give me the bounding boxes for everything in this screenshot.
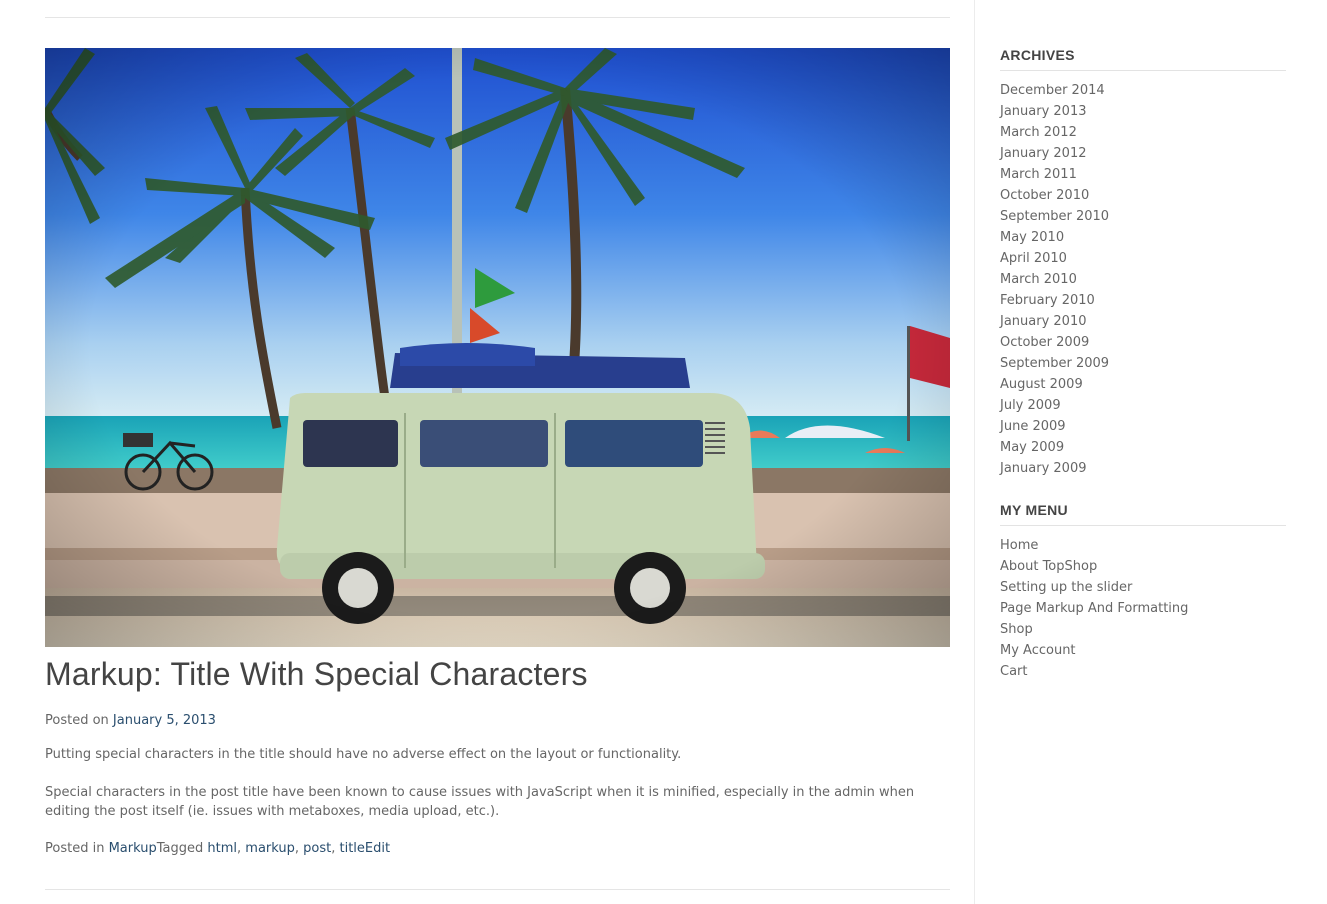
edit-link[interactable]: Edit <box>365 841 390 856</box>
featured-image[interactable] <box>45 48 950 647</box>
tagged-label: Tagged <box>156 841 208 856</box>
menu-link-my-account[interactable]: My Account <box>1000 643 1076 658</box>
posted-on-label: Posted on <box>45 713 113 728</box>
archive-link-jul-2009[interactable]: July 2009 <box>1000 398 1061 413</box>
bottom-divider <box>45 889 950 890</box>
archive-link-mar-2011[interactable]: March 2011 <box>1000 167 1077 182</box>
archive-link-jan-2012[interactable]: January 2012 <box>1000 146 1087 161</box>
archives-list: December 2014 January 2013 March 2012 Ja… <box>1000 80 1109 479</box>
posted-in-label: Posted in <box>45 841 109 856</box>
sidebar-divider <box>974 0 975 904</box>
post-meta: Posted on January 5, 2013 <box>45 713 216 728</box>
post-date-link[interactable]: January 5, 2013 <box>113 713 216 728</box>
menu-link-page-markup[interactable]: Page Markup And Formatting <box>1000 601 1188 616</box>
archives-rule <box>1000 70 1286 71</box>
archive-link-feb-2010[interactable]: February 2010 <box>1000 293 1095 308</box>
tag-link-markup[interactable]: markup <box>245 841 295 856</box>
post-paragraph-1: Putting special characters in the title … <box>45 747 682 762</box>
archive-link-mar-2010[interactable]: March 2010 <box>1000 272 1077 287</box>
post-paragraph-2: Special characters in the post title hav… <box>45 785 915 819</box>
archive-link-jun-2009[interactable]: June 2009 <box>1000 419 1066 434</box>
menu-link-about-topshop[interactable]: About TopShop <box>1000 559 1097 574</box>
archive-link-sep-2010[interactable]: September 2010 <box>1000 209 1109 224</box>
archive-link-jan-2013[interactable]: January 2013 <box>1000 104 1087 119</box>
top-divider <box>45 17 950 18</box>
archives-title: ARCHIVES <box>1000 47 1075 63</box>
my-menu-list: Home About TopShop Setting up the slider… <box>1000 535 1188 682</box>
post-footer-meta: Posted in MarkupTagged html, markup, pos… <box>45 841 391 856</box>
archive-link-jan-2009[interactable]: January 2009 <box>1000 461 1087 476</box>
archive-link-dec-2014[interactable]: December 2014 <box>1000 83 1105 98</box>
tag-link-title[interactable]: title <box>340 841 365 856</box>
archive-link-mar-2012[interactable]: March 2012 <box>1000 125 1077 140</box>
archive-link-aug-2009[interactable]: August 2009 <box>1000 377 1083 392</box>
archive-link-sep-2009[interactable]: September 2009 <box>1000 356 1109 371</box>
archive-link-may-2010[interactable]: May 2010 <box>1000 230 1064 245</box>
archive-link-oct-2010[interactable]: October 2010 <box>1000 188 1089 203</box>
archive-link-may-2009[interactable]: May 2009 <box>1000 440 1064 455</box>
menu-link-home[interactable]: Home <box>1000 538 1038 553</box>
my-menu-title: MY MENU <box>1000 502 1068 518</box>
menu-link-shop[interactable]: Shop <box>1000 622 1033 637</box>
category-link[interactable]: Markup <box>109 841 157 856</box>
archive-link-oct-2009[interactable]: October 2009 <box>1000 335 1089 350</box>
post-title[interactable]: Markup: Title With Special Characters <box>45 656 588 693</box>
archive-link-jan-2010[interactable]: January 2010 <box>1000 314 1087 329</box>
archive-link-apr-2010[interactable]: April 2010 <box>1000 251 1067 266</box>
tag-link-html[interactable]: html <box>207 841 237 856</box>
my-menu-rule <box>1000 525 1286 526</box>
menu-link-cart[interactable]: Cart <box>1000 664 1028 679</box>
menu-link-setting-up-slider[interactable]: Setting up the slider <box>1000 580 1132 595</box>
tag-link-post[interactable]: post <box>303 841 331 856</box>
